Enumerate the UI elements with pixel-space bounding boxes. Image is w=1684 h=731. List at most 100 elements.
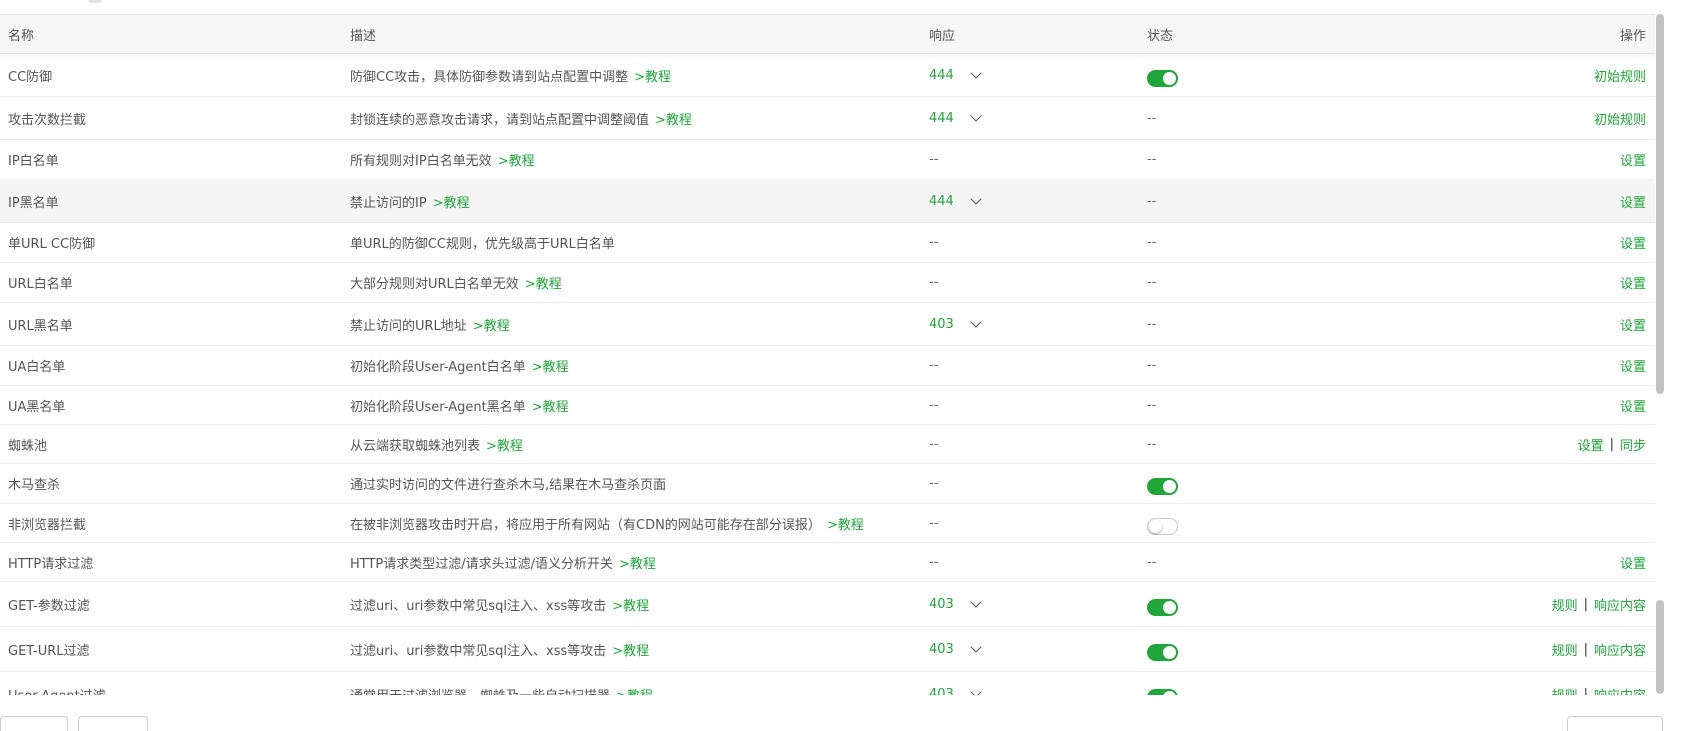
response-code: 403 (929, 686, 954, 696)
status-text: -- (1147, 235, 1157, 250)
tutorial-link[interactable]: >教程 (473, 319, 510, 334)
status-text: -- (1147, 316, 1157, 332)
tutorial-link[interactable]: >教程 (612, 599, 649, 614)
column-header-desc: 描述 (350, 28, 377, 44)
response-code: 444 (929, 193, 954, 209)
column-header-ops: 操作 (1619, 28, 1646, 44)
tutorial-link[interactable]: >教程 (532, 400, 569, 415)
response-code: 444 (929, 67, 954, 83)
operations-cell: 设置 (1620, 553, 1646, 572)
scrollbar-thumb-lower[interactable] (1656, 600, 1664, 694)
tutorial-link[interactable]: >教程 (619, 557, 656, 572)
tutorial-link[interactable]: >教程 (532, 360, 569, 375)
rule-description-cell: 在被非浏览器攻击时开启，将应用于所有网站（有CDN的网站可能存在部分误报） >教程 (350, 514, 864, 533)
status-toggle[interactable] (1147, 478, 1178, 495)
toggle-knob (1163, 600, 1176, 614)
table-row: 蜘蛛池 从云端获取蜘蛛池列表 >教程 -- -- 设置 | 同步 (0, 425, 1655, 464)
operation-link[interactable]: 规则 (1552, 595, 1578, 614)
rule-name: UA黑名单 (8, 399, 66, 415)
rule-description-cell: HTTP请求类型过滤/请求头过滤/语义分析开关 >教程 (350, 553, 656, 572)
rule-description-cell: 初始化阶段User-Agent白名单 >教程 (350, 356, 569, 375)
tutorial-link[interactable]: >教程 (525, 277, 562, 292)
column-header-name: 名称 (8, 28, 35, 44)
operation-link[interactable]: 设置 (1578, 435, 1604, 454)
response-cell[interactable]: 444 (929, 109, 982, 126)
chevron-down-icon[interactable] (970, 640, 982, 653)
tutorial-link[interactable]: >教程 (634, 70, 671, 85)
response-cell[interactable]: 403 (929, 595, 982, 612)
operation-link[interactable]: 设置 (1620, 396, 1646, 415)
table-row: HTTP请求过滤 HTTP请求类型过滤/请求头过滤/语义分析开关 >教程 -- -- 设置 (0, 543, 1655, 582)
response-cell[interactable]: 403 (929, 685, 982, 696)
chevron-down-icon[interactable] (970, 66, 982, 79)
tutorial-link[interactable]: >教程 (827, 518, 864, 533)
chevron-down-icon[interactable] (970, 595, 982, 608)
operations-cell: 设置 (1620, 233, 1646, 252)
chevron-down-icon[interactable] (970, 685, 982, 695)
tutorial-link[interactable]: >教程 (498, 154, 535, 169)
table-row: 攻击次数拦截 封锁连续的恶意攻击请求，请到站点配置中调整阈值 >教程 444 -- 初始规… (0, 97, 1655, 140)
scrollbar-thumb[interactable] (1656, 14, 1664, 394)
operation-link[interactable]: 规则 (1552, 685, 1578, 696)
response-cell[interactable]: 444 (929, 192, 982, 209)
operation-link[interactable]: 响应内容 (1594, 595, 1646, 614)
operation-link[interactable]: 设置 (1620, 315, 1646, 334)
table-body: CC防御 防御CC攻击，具体防御参数请到站点配置中调整 >教程 444 初始规则 攻击次数… (0, 54, 1655, 695)
status-toggle[interactable] (1147, 598, 1178, 616)
operation-link[interactable]: 设置 (1620, 553, 1646, 572)
rule-description-cell: 大部分规则对URL白名单无效 >教程 (350, 273, 562, 292)
operation-link[interactable]: 设置 (1620, 233, 1646, 252)
status-toggle[interactable] (1147, 69, 1178, 87)
tutorial-link[interactable]: >教程 (655, 113, 692, 128)
table-row: IP白名单 所有规则对IP白名单无效 >教程 -- -- 设置 (0, 140, 1655, 180)
tutorial-link[interactable]: >教程 (433, 196, 470, 211)
footer-button-right[interactable] (1567, 716, 1663, 731)
operation-link[interactable]: 响应内容 (1594, 640, 1646, 659)
rule-description: 大部分规则对URL白名单无效 (350, 277, 519, 292)
operation-link[interactable]: 同步 (1620, 435, 1646, 454)
response-code: -- (929, 436, 939, 452)
toggle-knob (1149, 519, 1162, 533)
operation-link[interactable]: 设置 (1620, 273, 1646, 292)
rule-description: 禁止访问的URL地址 (350, 318, 467, 334)
table-row: UA黑名单 初始化阶段User-Agent黑名单 >教程 -- -- 设置 (0, 386, 1655, 425)
toggle-knob (1163, 480, 1176, 493)
status-toggle[interactable] (1147, 517, 1178, 535)
tutorial-link[interactable]: >教程 (616, 689, 653, 696)
operation-link[interactable]: 初始规则 (1594, 109, 1646, 128)
operation-link[interactable]: 初始规则 (1594, 66, 1646, 85)
status-toggle[interactable] (1147, 688, 1178, 695)
rule-description: 过滤uri、uri参数中常见sql注入、xss等攻击 (350, 643, 607, 659)
response-code: -- (929, 235, 939, 250)
response-cell[interactable]: 444 (929, 66, 982, 83)
response-cell[interactable]: 403 (929, 640, 982, 657)
operation-link[interactable]: 设置 (1620, 150, 1646, 169)
table-row: IP黑名单 禁止访问的IP >教程 444 -- 设置 (0, 180, 1655, 223)
status-toggle[interactable] (1147, 643, 1178, 661)
toggle-knob (1163, 690, 1176, 695)
chevron-down-icon[interactable] (970, 192, 982, 205)
operation-link[interactable]: 设置 (1620, 192, 1646, 211)
tab-edge (88, 0, 102, 3)
chevron-down-icon[interactable] (970, 109, 982, 122)
chevron-down-icon[interactable] (970, 315, 982, 328)
operations-cell: 设置 (1620, 273, 1646, 292)
rule-description-cell: 过滤uri、uri参数中常见sql注入、xss等攻击 >教程 (350, 640, 649, 659)
response-cell: -- (929, 516, 938, 531)
rule-description-cell: 单URL的防御CC规则，优先级高于URL白名单 (350, 233, 615, 252)
footer-button-left[interactable] (0, 716, 68, 731)
table-row: URL白名单 大部分规则对URL白名单无效 >教程 -- -- 设置 (0, 263, 1655, 303)
op-separator: | (1583, 596, 1588, 612)
table-row: 非浏览器拦截 在被非浏览器攻击时开启，将应用于所有网站（有CDN的网站可能存在部分… (0, 504, 1655, 543)
tutorial-link[interactable]: >教程 (486, 439, 523, 454)
rule-description-cell: 防御CC攻击，具体防御参数请到站点配置中调整 >教程 (350, 66, 671, 85)
response-cell[interactable]: 403 (929, 315, 982, 332)
footer-button-second[interactable] (78, 716, 148, 731)
response-code: -- (929, 554, 939, 570)
operation-link[interactable]: 规则 (1552, 640, 1578, 659)
operations-cell: 设置 | 同步 (1578, 435, 1646, 454)
tutorial-link[interactable]: >教程 (612, 644, 649, 659)
operation-link[interactable]: 设置 (1620, 356, 1646, 375)
rule-description-cell: 过滤uri、uri参数中常见sql注入、xss等攻击 >教程 (350, 595, 649, 614)
operation-link[interactable]: 响应内容 (1594, 685, 1646, 696)
